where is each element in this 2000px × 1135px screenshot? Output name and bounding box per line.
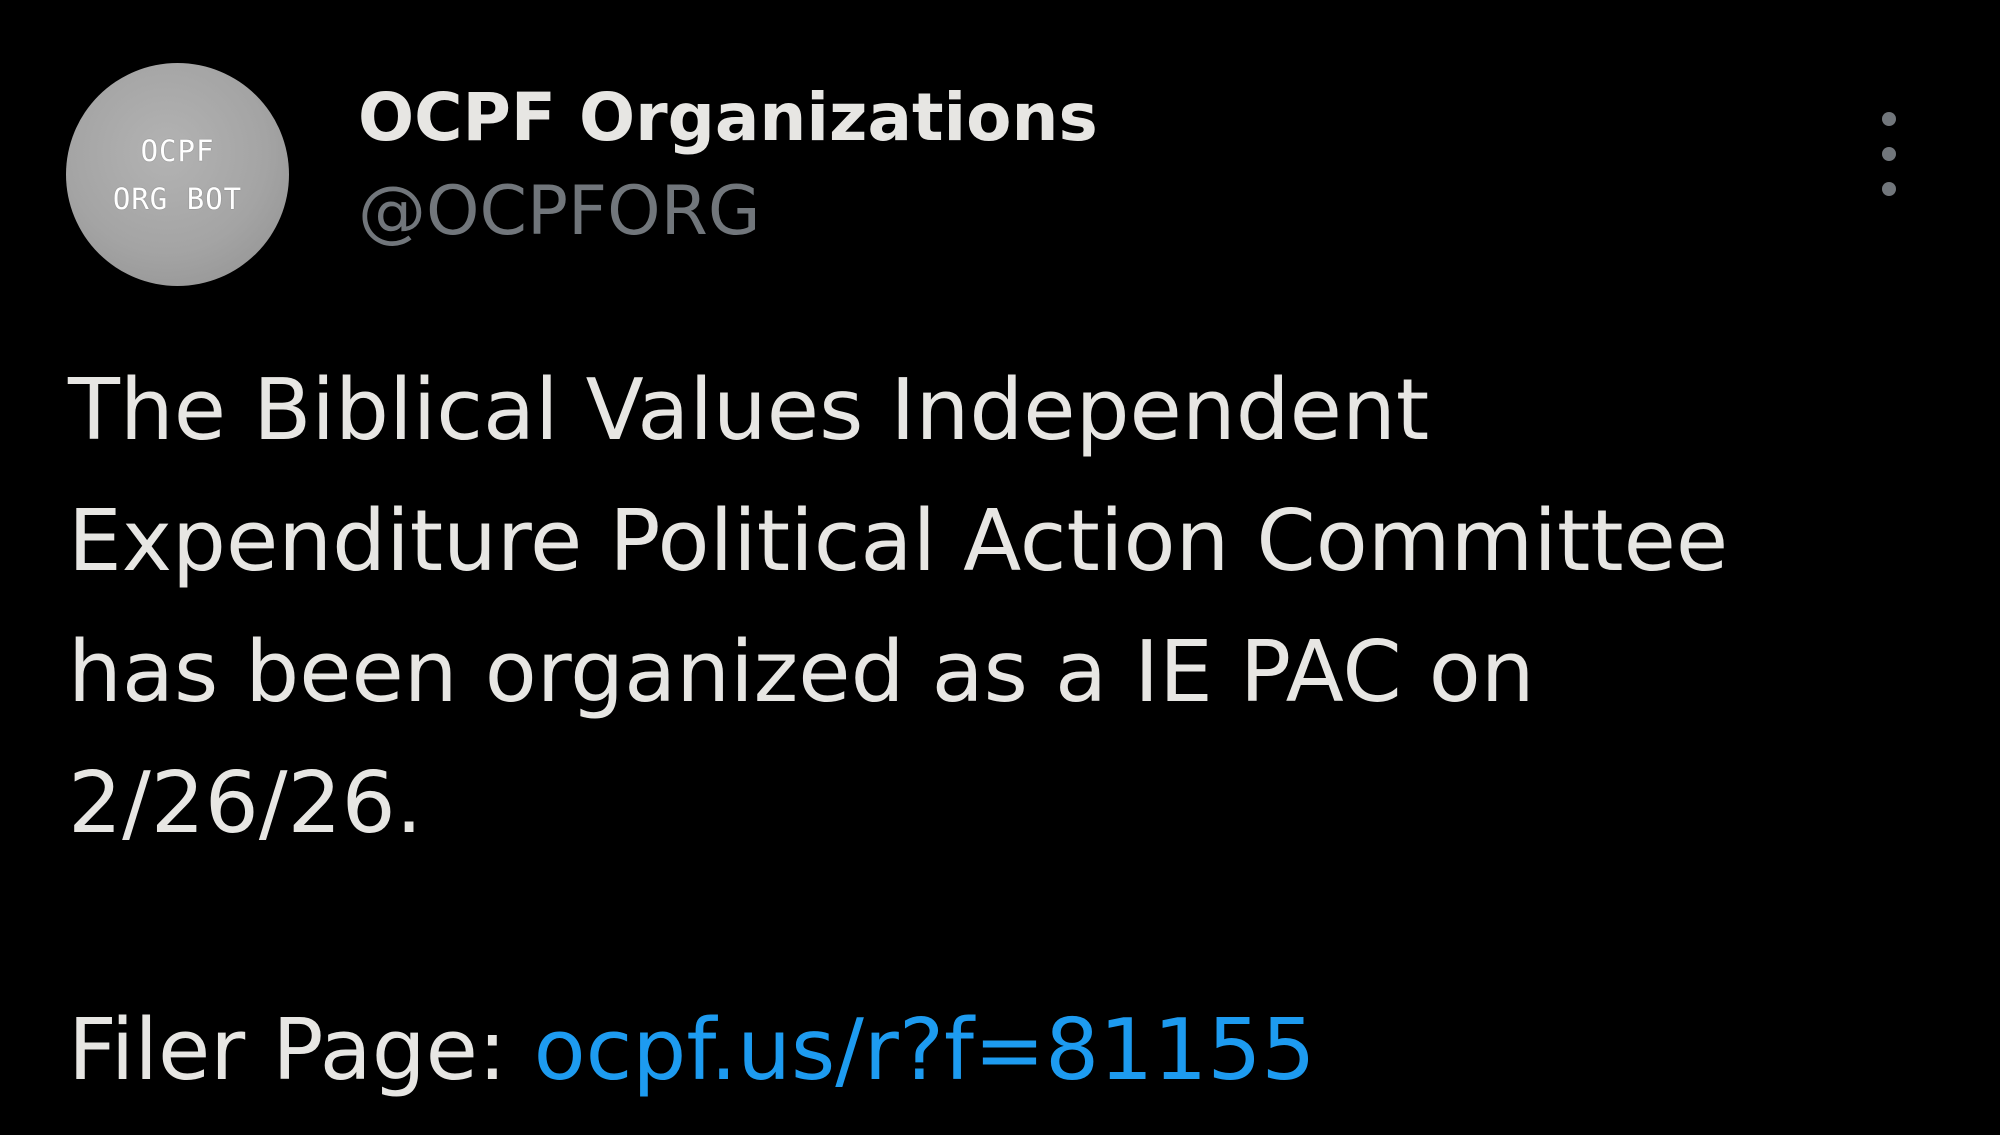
avatar[interactable]: OCPF ORG BOT	[66, 63, 289, 286]
tweet-text-line: has been organized as a IE PAC on	[68, 623, 1535, 722]
more-vertical-icon	[1882, 147, 1896, 161]
author-display-name[interactable]: OCPF Organizations	[358, 78, 1098, 158]
filer-page-line: Filer Page: ocpf.us/r?f=81155	[68, 985, 1316, 1116]
tweet-text-line: The Biblical Values Independent	[68, 361, 1430, 460]
more-vertical-icon	[1882, 182, 1896, 196]
more-options-button[interactable]	[1860, 112, 1918, 196]
more-vertical-icon	[1882, 112, 1896, 126]
filer-page-link[interactable]: ocpf.us/r?f=81155	[534, 1001, 1316, 1100]
filer-page-label: Filer Page:	[68, 1001, 507, 1100]
tweet-text-line: Expenditure Political Action Committee	[68, 492, 1729, 591]
tweet-text: The Biblical Values Independent Expendit…	[68, 345, 1948, 869]
author-handle[interactable]: @OCPFORG	[358, 172, 761, 252]
avatar-text-line1: OCPF	[140, 133, 215, 168]
tweet-text-line: 2/26/26.	[68, 754, 423, 853]
avatar-text-line2: ORG BOT	[112, 181, 243, 216]
